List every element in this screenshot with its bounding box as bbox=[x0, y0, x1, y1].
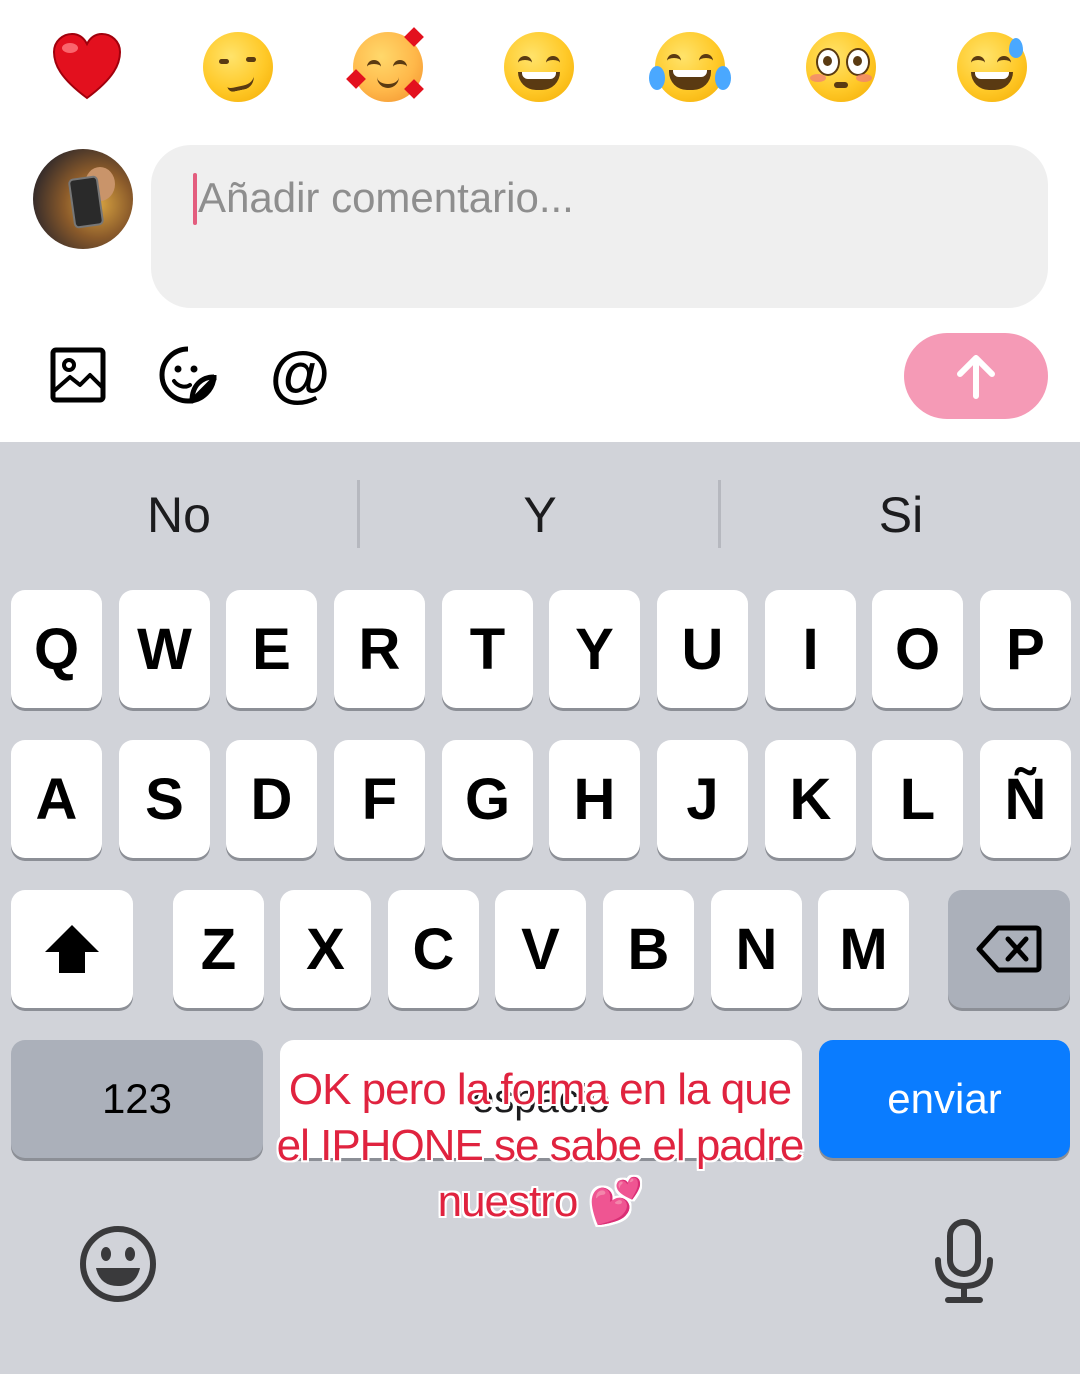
suggestion-2[interactable]: Y bbox=[361, 477, 719, 557]
flushed-face-icon[interactable] bbox=[806, 32, 876, 102]
key-c[interactable]: C bbox=[388, 890, 479, 1008]
key-z[interactable]: Z bbox=[173, 890, 264, 1008]
send-button[interactable] bbox=[904, 333, 1048, 419]
text-cursor bbox=[193, 173, 197, 225]
suggestion-divider bbox=[357, 480, 360, 548]
key-j[interactable]: J bbox=[657, 740, 748, 858]
key-k[interactable]: K bbox=[765, 740, 856, 858]
key-y[interactable]: Y bbox=[549, 590, 640, 708]
emoji-keyboard-icon[interactable] bbox=[78, 1224, 158, 1304]
key-p[interactable]: P bbox=[980, 590, 1071, 708]
key-d[interactable]: D bbox=[226, 740, 317, 858]
mention-icon[interactable]: @ bbox=[268, 340, 332, 409]
beaming-face-icon[interactable] bbox=[504, 32, 574, 102]
comment-placeholder: Añadir comentario... bbox=[198, 174, 574, 221]
key-h[interactable]: H bbox=[549, 740, 640, 858]
microphone-icon[interactable] bbox=[930, 1218, 998, 1306]
key-x[interactable]: X bbox=[280, 890, 371, 1008]
key-u[interactable]: U bbox=[657, 590, 748, 708]
key-n-tilde[interactable]: Ñ bbox=[980, 740, 1071, 858]
key-o[interactable]: O bbox=[872, 590, 963, 708]
arrow-up-icon bbox=[957, 355, 995, 399]
video-caption: OK pero la forma en la que el IPHONE se … bbox=[276, 1065, 805, 1226]
key-l[interactable]: L bbox=[872, 740, 963, 858]
face-with-tears-of-joy-icon[interactable] bbox=[649, 32, 731, 102]
key-e[interactable]: E bbox=[226, 590, 317, 708]
smirking-face-icon[interactable] bbox=[203, 32, 273, 102]
emoji-reaction-row bbox=[0, 0, 1080, 130]
key-q[interactable]: Q bbox=[11, 590, 102, 708]
backspace-key[interactable] bbox=[948, 890, 1070, 1008]
grinning-face-with-sweat-icon[interactable] bbox=[957, 32, 1027, 102]
smiling-face-with-hearts-icon[interactable] bbox=[346, 27, 424, 102]
suggestion-1[interactable]: No bbox=[0, 477, 358, 557]
key-s[interactable]: S bbox=[119, 740, 210, 858]
key-g[interactable]: G bbox=[442, 740, 533, 858]
key-i[interactable]: I bbox=[765, 590, 856, 708]
user-avatar bbox=[33, 149, 133, 249]
key-t[interactable]: T bbox=[442, 590, 533, 708]
send-return-key[interactable]: enviar bbox=[819, 1040, 1070, 1158]
numbers-key[interactable]: 123 bbox=[11, 1040, 263, 1158]
key-a[interactable]: A bbox=[11, 740, 102, 858]
suggestion-3[interactable]: Si bbox=[722, 477, 1080, 557]
shift-icon bbox=[45, 925, 99, 973]
key-f[interactable]: F bbox=[334, 740, 425, 858]
key-n[interactable]: N bbox=[711, 890, 802, 1008]
comment-input[interactable] bbox=[151, 145, 1048, 308]
image-icon[interactable] bbox=[48, 345, 108, 405]
backspace-icon bbox=[976, 925, 1042, 973]
key-w[interactable]: W bbox=[119, 590, 210, 708]
sticker-icon[interactable] bbox=[158, 345, 218, 405]
suggestion-divider bbox=[718, 480, 721, 548]
key-v[interactable]: V bbox=[495, 890, 586, 1008]
key-b[interactable]: B bbox=[603, 890, 694, 1008]
key-r[interactable]: R bbox=[334, 590, 425, 708]
red-heart-icon[interactable] bbox=[50, 30, 124, 104]
key-m[interactable]: M bbox=[818, 890, 909, 1008]
shift-key[interactable] bbox=[11, 890, 133, 1008]
